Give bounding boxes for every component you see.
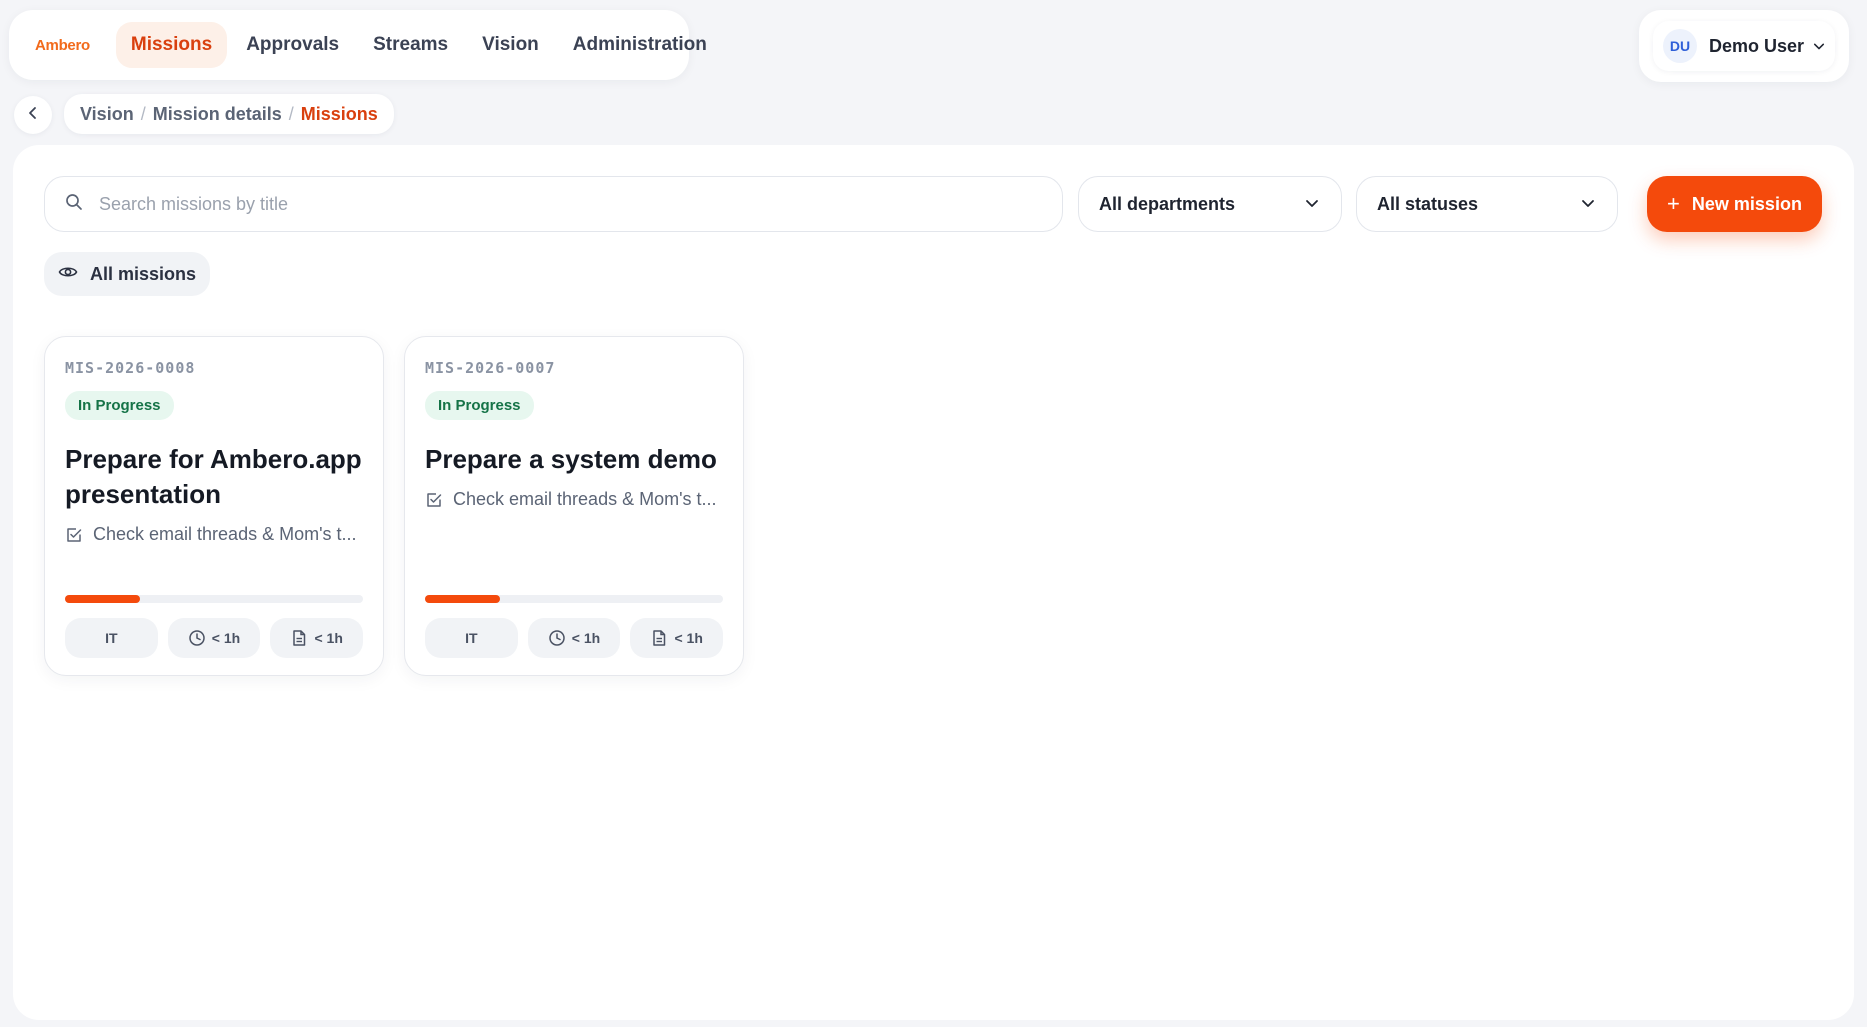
department-chip: IT (425, 618, 518, 658)
department-select[interactable]: All departments (1078, 176, 1342, 232)
status-badge: In Progress (425, 391, 534, 420)
back-button[interactable] (14, 96, 52, 134)
docs-chip: < 1h (270, 618, 364, 658)
mission-title: Prepare for Ambero.app presentation (65, 444, 362, 509)
checkbox-icon (67, 527, 82, 542)
nav-streams[interactable]: Streams (358, 22, 463, 68)
chevron-down-icon (1813, 40, 1825, 52)
breadcrumb-vision[interactable]: Vision (80, 104, 134, 125)
top-navigation: Ambero Missions Approvals Streams Vision… (9, 10, 707, 80)
search-box[interactable] (44, 176, 1063, 232)
breadcrumb-mission-details[interactable]: Mission details (153, 104, 282, 125)
all-missions-filter[interactable]: All missions (44, 252, 211, 296)
mission-meta: IT < 1h < 1h (425, 618, 724, 658)
progress-fill (425, 595, 500, 603)
app-logo[interactable]: Ambero (35, 37, 90, 54)
breadcrumb-current: Missions (300, 103, 378, 124)
all-missions-label: All missions (90, 263, 197, 284)
mission-id: MIS-2026-0008 (65, 359, 196, 377)
mission-meta: IT < 1h < 1h (65, 618, 364, 658)
chevron-down-icon (1581, 194, 1595, 215)
time-chip: < 1h (527, 618, 621, 658)
status-select[interactable]: All statuses (1356, 176, 1618, 232)
nav-approvals[interactable]: Approvals (231, 22, 354, 68)
mission-progress (65, 595, 363, 603)
nav-administration[interactable]: Administration (558, 22, 722, 68)
chevron-left-icon (26, 106, 40, 125)
docs-chip: < 1h (630, 618, 724, 658)
mission-id: MIS-2026-0007 (425, 359, 556, 377)
eye-icon (58, 262, 90, 287)
department-chip: IT (65, 618, 158, 658)
document-icon (653, 630, 666, 646)
mission-card[interactable]: MIS-2026-0008 In Progress Prepare for Am… (44, 336, 384, 676)
mission-task: Check email threads & Mom's t... (65, 524, 363, 545)
docs-chip-label: < 1h (674, 630, 703, 646)
document-icon (293, 630, 306, 646)
status-badge: In Progress (65, 391, 174, 420)
chevron-down-icon (1305, 194, 1319, 215)
nav-missions[interactable]: Missions (115, 22, 228, 68)
search-icon (65, 193, 83, 216)
user-menu-button[interactable]: DU Demo User (1653, 21, 1835, 71)
mission-card[interactable]: MIS-2026-0007 In Progress Prepare a syst… (404, 336, 744, 676)
department-select-value: All departments (1099, 193, 1236, 214)
new-mission-label: New mission (1691, 193, 1802, 214)
breadcrumb-separator: / (140, 103, 146, 124)
breadcrumb: Vision / Mission details / Missions (64, 94, 394, 134)
time-chip: < 1h (167, 618, 261, 658)
checkbox-icon (427, 492, 442, 507)
user-name: Demo User (1709, 35, 1805, 56)
progress-fill (65, 595, 140, 603)
mission-task-text: Check email threads & Mom's t... (93, 524, 357, 544)
docs-chip-label: < 1h (314, 630, 343, 646)
search-input[interactable] (99, 193, 999, 215)
department-chip-label: IT (465, 630, 478, 646)
mission-progress (425, 595, 723, 603)
department-chip-label: IT (105, 630, 118, 646)
nav-vision[interactable]: Vision (467, 22, 554, 68)
missions-panel: All departments All statuses + New missi… (13, 145, 1854, 1020)
avatar: DU (1663, 29, 1697, 63)
user-menu-container: DU Demo User (1639, 10, 1849, 82)
clock-icon (549, 630, 565, 646)
mission-title: Prepare a system demo (425, 444, 717, 474)
status-select-value: All statuses (1377, 193, 1479, 214)
mission-task-text: Check email threads & Mom's t... (453, 489, 717, 509)
time-chip-label: < 1h (571, 630, 601, 646)
mission-task: Check email threads & Mom's t... (425, 489, 723, 510)
clock-icon (189, 630, 205, 646)
plus-icon: + (1667, 191, 1680, 216)
time-chip-label: < 1h (211, 630, 241, 646)
new-mission-button[interactable]: + New mission (1647, 176, 1822, 232)
breadcrumb-separator: / (288, 103, 294, 124)
